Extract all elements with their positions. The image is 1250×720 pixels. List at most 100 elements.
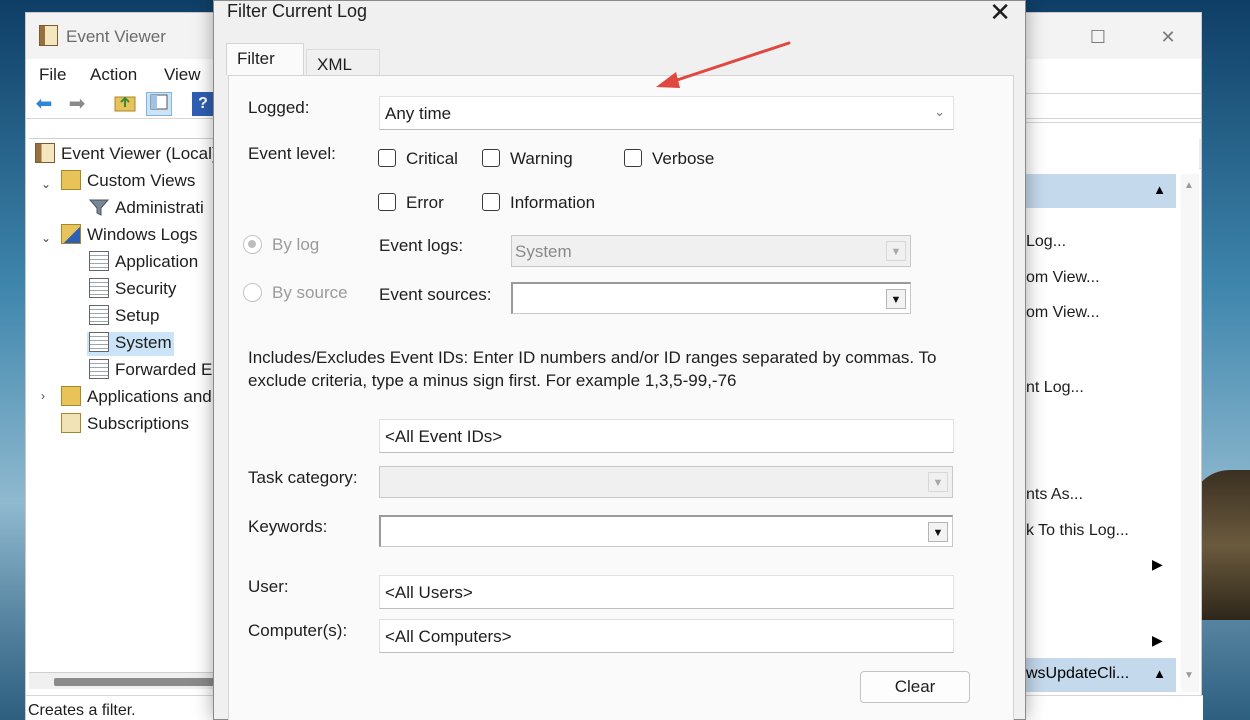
dropdown-arrow-icon[interactable]: ▼ bbox=[886, 241, 906, 261]
chevron-down-icon[interactable]: ⌄ bbox=[41, 231, 51, 245]
radio-dot[interactable] bbox=[243, 235, 262, 254]
action-item[interactable]: nt Log... bbox=[1026, 379, 1084, 397]
clear-button[interactable]: Clear bbox=[860, 671, 970, 703]
actions-section-header[interactable]: ▲ bbox=[1026, 174, 1176, 208]
radio-label: By log bbox=[272, 235, 320, 254]
annotation-arrow-head bbox=[656, 72, 680, 88]
address-bar bbox=[1026, 93, 1201, 123]
dialog-title: Filter Current Log bbox=[227, 1, 368, 21]
actions-section-header[interactable]: wsUpdateCli... ▲ bbox=[1026, 658, 1176, 692]
tree-item-subscriptions[interactable]: Subscriptions bbox=[61, 413, 189, 437]
event-logs-label: Event logs: bbox=[379, 236, 464, 255]
checkbox-box[interactable] bbox=[482, 193, 500, 211]
user-input[interactable]: <All Users> bbox=[379, 575, 954, 609]
checkbox-box[interactable] bbox=[482, 149, 500, 167]
event-logs-value: System bbox=[515, 242, 572, 261]
tree-item-custom-views[interactable]: Custom Views bbox=[61, 170, 195, 194]
tree-item-applications-and-services[interactable]: Applications and bbox=[61, 386, 212, 410]
chevron-right-icon[interactable]: › bbox=[41, 389, 45, 403]
error-checkbox[interactable]: Error bbox=[378, 193, 444, 213]
computers-label: Computer(s): bbox=[248, 621, 348, 640]
scrollbar-thumb[interactable] bbox=[54, 678, 214, 686]
close-icon[interactable]: ✕ bbox=[989, 0, 1011, 28]
keywords-dropdown[interactable]: ▼ bbox=[379, 515, 953, 547]
event-logs-dropdown[interactable]: System ▼ bbox=[511, 235, 911, 267]
folder-icon bbox=[61, 170, 81, 190]
tab-filter[interactable]: Filter bbox=[226, 43, 304, 75]
critical-checkbox[interactable]: Critical bbox=[378, 149, 458, 169]
forward-arrow-icon[interactable]: ➡ bbox=[64, 92, 90, 116]
checkbox-box[interactable] bbox=[624, 149, 642, 167]
back-arrow-icon[interactable]: ⬅ bbox=[31, 92, 57, 116]
dropdown-arrow-icon[interactable]: ▼ bbox=[928, 522, 948, 542]
tree-label: Setup bbox=[115, 306, 160, 325]
action-item[interactable]: om View... bbox=[1026, 304, 1100, 322]
tree-item-security[interactable]: Security bbox=[89, 278, 176, 302]
logged-dropdown[interactable]: Any time ⌄ bbox=[379, 96, 954, 130]
horizontal-scrollbar[interactable] bbox=[29, 673, 219, 689]
task-category-dropdown[interactable]: ▼ bbox=[379, 466, 953, 498]
verbose-checkbox[interactable]: Verbose bbox=[624, 149, 714, 169]
warning-checkbox[interactable]: Warning bbox=[482, 149, 573, 169]
scroll-up-icon[interactable]: ▲ bbox=[1184, 180, 1194, 191]
action-item[interactable]: nts As... bbox=[1026, 486, 1083, 504]
log-icon bbox=[89, 305, 109, 325]
menu-file[interactable]: File bbox=[39, 65, 66, 85]
scroll-down-icon[interactable]: ▼ bbox=[1184, 670, 1194, 681]
radio-dot[interactable] bbox=[243, 283, 262, 302]
folder-up-icon[interactable] bbox=[112, 92, 138, 116]
log-icon bbox=[89, 278, 109, 298]
close-icon[interactable]: ✕ bbox=[1156, 25, 1180, 49]
tree-label: Administrati bbox=[115, 198, 204, 217]
tree-item-forwarded[interactable]: Forwarded E bbox=[89, 359, 212, 383]
tree-item-windows-logs[interactable]: Windows Logs bbox=[61, 224, 198, 248]
logged-value: Any time bbox=[385, 104, 452, 123]
submenu-arrow-icon[interactable]: ▶ bbox=[1152, 556, 1163, 573]
checkbox-box[interactable] bbox=[378, 193, 396, 211]
show-hide-console-tree-icon[interactable] bbox=[146, 92, 172, 116]
tree-label: Windows Logs bbox=[87, 225, 198, 244]
tree-item-setup[interactable]: Setup bbox=[89, 305, 159, 329]
collapse-up-icon[interactable]: ▲ bbox=[1153, 666, 1166, 681]
menu-view[interactable]: View bbox=[164, 65, 201, 85]
computers-input[interactable]: <All Computers> bbox=[379, 619, 954, 653]
tree-item-root[interactable]: Event Viewer (Local) bbox=[35, 143, 218, 167]
collapse-up-icon[interactable]: ▲ bbox=[1153, 182, 1166, 197]
submenu-arrow-icon[interactable]: ▶ bbox=[1152, 632, 1163, 649]
tree-label: Application bbox=[115, 252, 199, 271]
event-ids-input[interactable]: <All Event IDs> bbox=[379, 419, 954, 453]
action-section-title: wsUpdateCli... bbox=[1026, 665, 1130, 682]
tree-item-application[interactable]: Application bbox=[89, 251, 198, 275]
chevron-down-icon: ⌄ bbox=[934, 104, 945, 119]
help-icon[interactable]: ? bbox=[192, 92, 214, 116]
tree-label: Forwarded E bbox=[115, 360, 213, 379]
tree-item-administrative[interactable]: Administrati bbox=[88, 197, 204, 221]
user-label: User: bbox=[248, 577, 289, 596]
task-category-label: Task category: bbox=[248, 468, 358, 487]
maximize-icon[interactable]: ☐ bbox=[1086, 25, 1110, 49]
tree-item-system[interactable]: System bbox=[87, 332, 174, 356]
action-item[interactable]: om View... bbox=[1026, 269, 1100, 287]
filter-current-log-dialog: Filter Current Log ✕ Filter XML Logged: … bbox=[213, 0, 1026, 720]
vertical-scrollbar[interactable]: ▲ ▼ bbox=[1181, 174, 1199, 692]
dropdown-arrow-icon[interactable]: ▼ bbox=[928, 472, 948, 492]
chevron-down-icon[interactable]: ⌄ bbox=[41, 177, 51, 191]
dropdown-arrow-icon[interactable]: ▼ bbox=[886, 289, 906, 309]
action-item[interactable]: Log... bbox=[1026, 233, 1066, 251]
checkbox-label: Information bbox=[510, 193, 596, 212]
by-log-radio[interactable]: By log bbox=[243, 235, 319, 255]
checkbox-box[interactable] bbox=[378, 149, 396, 167]
tree-label: Applications and bbox=[87, 387, 212, 406]
keywords-label: Keywords: bbox=[248, 517, 328, 536]
checkbox-label: Critical bbox=[406, 149, 458, 168]
event-sources-dropdown[interactable]: ▼ bbox=[511, 282, 911, 314]
annotation-arrow bbox=[656, 41, 791, 88]
filter-funnel-icon bbox=[88, 197, 110, 217]
event-viewer-icon bbox=[35, 143, 55, 163]
by-source-radio[interactable]: By source bbox=[243, 283, 348, 303]
action-item[interactable]: k To this Log... bbox=[1026, 522, 1129, 540]
information-checkbox[interactable]: Information bbox=[482, 193, 595, 213]
tree-label: System bbox=[115, 333, 172, 352]
filter-panel: Logged: Any time ⌄ Event level: Critical… bbox=[228, 75, 1014, 720]
menu-action[interactable]: Action bbox=[90, 65, 137, 85]
